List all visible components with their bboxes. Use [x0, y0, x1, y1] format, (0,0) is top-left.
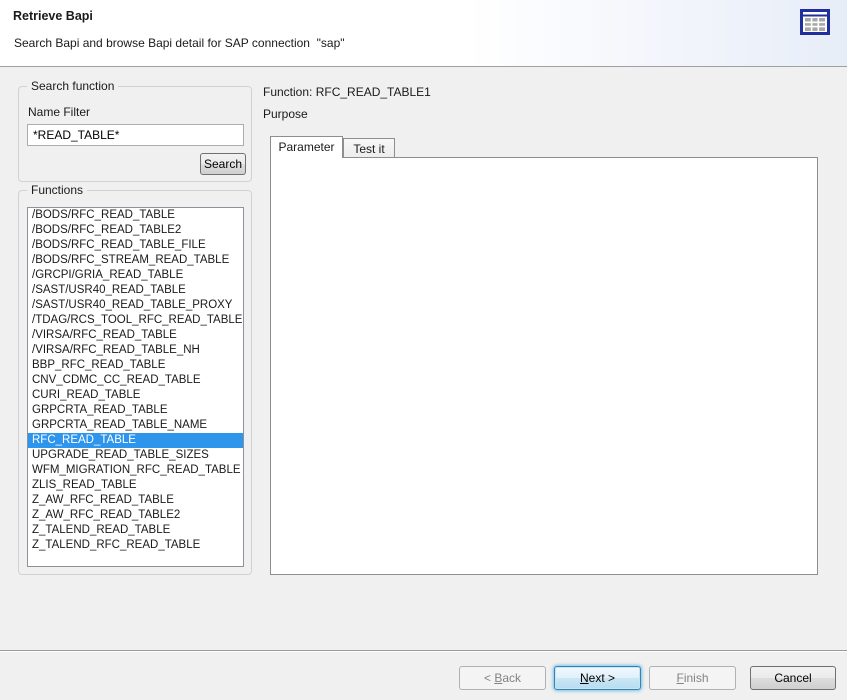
name-filter-input[interactable]: [27, 124, 244, 146]
function-list-item[interactable]: /BODS/RFC_READ_TABLE2: [28, 223, 243, 238]
function-list-item[interactable]: UPGRADE_READ_TABLE_SIZES: [28, 448, 243, 463]
page-title: Retrieve Bapi: [13, 9, 93, 23]
table-grid-icon: [800, 9, 830, 35]
function-list-item[interactable]: /BODS/RFC_READ_TABLE: [28, 208, 243, 223]
tab-parameter[interactable]: Parameter: [270, 136, 343, 158]
purpose-label: Purpose: [263, 107, 308, 121]
back-button[interactable]: < Back: [459, 666, 546, 690]
function-list-item[interactable]: ZLIS_READ_TABLE: [28, 478, 243, 493]
function-list-item[interactable]: GRPCRTA_READ_TABLE_NAME: [28, 418, 243, 433]
tab-test-it-label: Test it: [353, 142, 384, 156]
button-bar: < Back Next > Finish Cancel: [0, 666, 847, 692]
function-list-item[interactable]: Z_AW_RFC_READ_TABLE2: [28, 508, 243, 523]
function-list-item[interactable]: Z_TALEND_RFC_READ_TABLE: [28, 538, 243, 553]
function-name-label: Function: RFC_READ_TABLE1: [263, 85, 431, 99]
search-button[interactable]: Search: [200, 153, 246, 175]
functions-legend: Functions: [27, 183, 87, 197]
search-function-legend: Search function: [27, 79, 118, 93]
function-list-item[interactable]: /BODS/RFC_STREAM_READ_TABLE: [28, 253, 243, 268]
wizard-header: Retrieve Bapi Search Bapi and browse Bap…: [0, 0, 847, 67]
search-function-group: Search function Name Filter Search: [18, 86, 252, 182]
function-list-item[interactable]: /SAST/USR40_READ_TABLE_PROXY: [28, 298, 243, 313]
footer-separator: [0, 650, 847, 652]
function-list-item[interactable]: /GRCPI/GRIA_READ_TABLE: [28, 268, 243, 283]
name-filter-label: Name Filter: [28, 105, 90, 119]
function-list-item[interactable]: BBP_RFC_READ_TABLE: [28, 358, 243, 373]
next-button[interactable]: Next >: [554, 666, 641, 690]
function-list-item[interactable]: CNV_CDMC_CC_READ_TABLE: [28, 373, 243, 388]
tab-parameter-label: Parameter: [278, 140, 334, 154]
functions-list[interactable]: /BODS/RFC_READ_TABLE/BODS/RFC_READ_TABLE…: [27, 207, 244, 567]
parameter-tab-panel: [270, 157, 818, 575]
function-list-item[interactable]: /VIRSA/RFC_READ_TABLE_NH: [28, 343, 243, 358]
function-list-item[interactable]: Z_TALEND_READ_TABLE: [28, 523, 243, 538]
functions-group: Functions /BODS/RFC_READ_TABLE/BODS/RFC_…: [18, 190, 252, 575]
tab-test-it[interactable]: Test it: [343, 138, 395, 157]
function-list-item[interactable]: /SAST/USR40_READ_TABLE: [28, 283, 243, 298]
function-list-item[interactable]: /VIRSA/RFC_READ_TABLE: [28, 328, 243, 343]
function-list-item[interactable]: CURI_READ_TABLE: [28, 388, 243, 403]
function-list-item[interactable]: /TDAG/RCS_TOOL_RFC_READ_TABLE: [28, 313, 243, 328]
function-list-item[interactable]: WFM_MIGRATION_RFC_READ_TABLE: [28, 463, 243, 478]
function-list-item[interactable]: Z_AW_RFC_READ_TABLE: [28, 493, 243, 508]
function-list-item[interactable]: /BODS/RFC_READ_TABLE_FILE: [28, 238, 243, 253]
function-list-item[interactable]: GRPCRTA_READ_TABLE: [28, 403, 243, 418]
finish-button[interactable]: Finish: [649, 666, 736, 690]
page-subtitle: Search Bapi and browse Bapi detail for S…: [14, 36, 345, 50]
cancel-button[interactable]: Cancel: [750, 666, 836, 690]
function-list-item[interactable]: RFC_READ_TABLE: [28, 433, 243, 448]
